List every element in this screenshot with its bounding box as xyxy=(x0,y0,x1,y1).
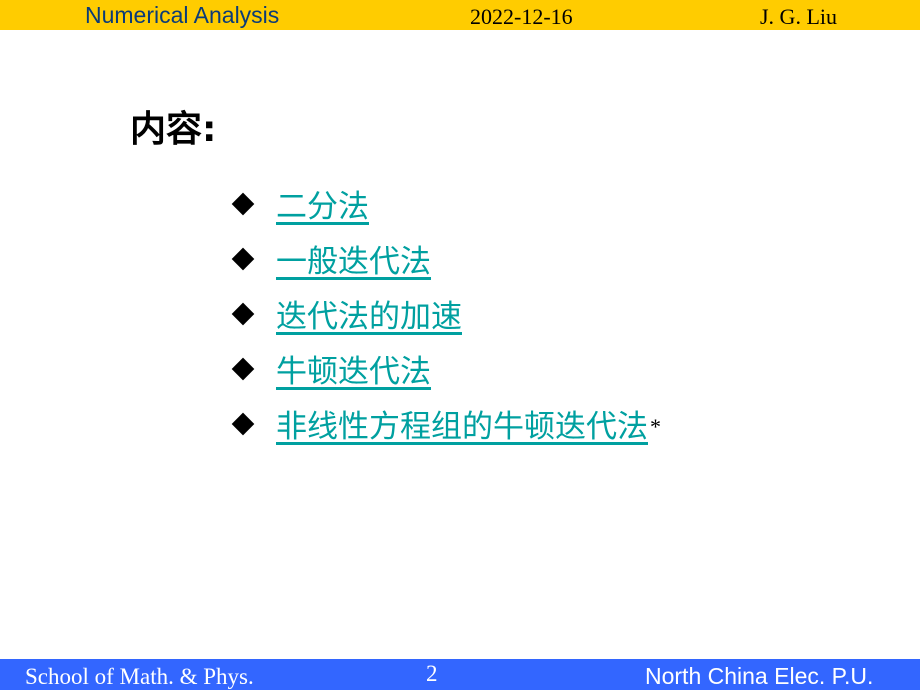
author: J. G. Liu xyxy=(760,4,837,29)
link-bisection[interactable]: 二分法 xyxy=(276,181,369,226)
slide-title: 内容: xyxy=(130,109,217,150)
link-general-iteration[interactable]: 一般迭代法 xyxy=(276,236,431,281)
optional-marker: * xyxy=(650,414,661,439)
list-item: 迭代法的加速 xyxy=(228,286,661,341)
slide-date: 2022-12-16 xyxy=(470,4,573,29)
contents-list: 二分法 一般迭代法 迭代法的加速 牛顿迭代法 非线性方程组的牛顿迭代法 * xyxy=(228,176,661,451)
diamond-bullet-icon xyxy=(228,409,258,439)
page-number: 2 xyxy=(426,661,438,686)
diamond-bullet-icon xyxy=(228,189,258,219)
list-item: 非线性方程组的牛顿迭代法 * xyxy=(228,396,661,451)
link-iteration-acceleration[interactable]: 迭代法的加速 xyxy=(276,291,462,336)
link-nonlinear-system-newton[interactable]: 非线性方程组的牛顿迭代法 xyxy=(276,401,648,446)
university-name: North China Elec. P.U. xyxy=(645,663,874,689)
list-item: 牛顿迭代法 xyxy=(228,341,661,396)
slide-footer: School of Math. & Phys. 2 North China El… xyxy=(0,659,920,690)
list-item: 一般迭代法 xyxy=(228,231,661,286)
diamond-bullet-icon xyxy=(228,354,258,384)
link-newton-iteration[interactable]: 牛顿迭代法 xyxy=(276,346,431,391)
school-name: School of Math. & Phys. xyxy=(25,664,254,689)
slide-header: Numerical Analysis 2022-12-16 J. G. Liu xyxy=(0,0,920,30)
course-title: Numerical Analysis xyxy=(85,2,280,28)
list-item: 二分法 xyxy=(228,176,661,231)
diamond-bullet-icon xyxy=(228,299,258,329)
diamond-bullet-icon xyxy=(228,244,258,274)
